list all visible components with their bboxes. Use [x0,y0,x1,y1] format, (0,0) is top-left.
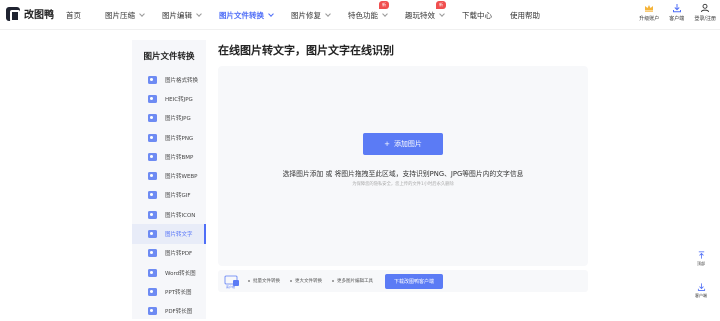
chevron-down-icon [139,11,145,17]
new-badge: 新 [436,0,446,9]
sidebar-item-word-to-long[interactable]: Word转长图 [132,263,206,282]
client-app-icon: 客户端 [224,274,240,289]
sidebar-item-to-pdf[interactable]: 图片转PDF [132,244,206,263]
to-top-icon [698,251,704,259]
image-icon [148,133,157,142]
header-actions: 升级账户 客户端 登录/注册 [639,3,716,22]
float-client-button[interactable]: 客户端 [692,282,710,299]
image-icon [148,152,157,161]
chevron-down-icon [439,11,445,17]
main-nav: 首页 图片压缩 图片编辑 图片文件转换 图片修复 特色功能 新 趣玩特效 新 下… [66,0,540,30]
sidebar-item-pdf-to-long[interactable]: PDF转长图 [132,302,206,321]
feature-large-file: 更大文件转换 [290,278,322,284]
sidebar-item-to-jpg[interactable]: 图片转JPG [132,109,206,128]
nav-help[interactable]: 使用帮助 [510,10,540,21]
sidebar-title: 图片文件转换 [143,52,195,62]
nav-download-center[interactable]: 下载中心 [462,10,492,21]
nav-image-compress[interactable]: 图片压缩 [105,10,145,21]
client-icon-label: 客户端 [226,285,236,289]
client-promo-bar: 客户端 批量文件转换 更大文件转换 更多图片编辑工具 下载改图鸭客户端 [218,270,588,292]
upgrade-account-button[interactable]: 升级账户 [639,3,659,22]
sidebar-item-to-png[interactable]: 图片转PNG [132,128,206,147]
brand-name: 改图鸭 [24,10,54,21]
chevron-down-icon [268,11,274,17]
chevron-down-icon [382,11,388,17]
image-icon [148,230,157,239]
download-icon [672,4,681,13]
image-icon [148,114,157,123]
login-register-button[interactable]: 登录/注册 [694,3,716,22]
nav-image-edit[interactable]: 图片编辑 [162,10,202,21]
feature-batch: 批量文件转换 [248,278,280,284]
sidebar-item-to-gif[interactable]: 图片转GIF [132,186,206,205]
crown-icon [645,5,654,12]
sidebar-item-to-icon[interactable]: 图片转ICON [132,205,206,224]
nav-image-repair[interactable]: 图片修复 [291,10,331,21]
download-client-button[interactable]: 下载改图鸭客户端 [385,273,444,289]
image-icon [148,172,157,181]
sidebar-item-heic-to-jpg[interactable]: HEIC转JPG [132,89,206,108]
download-icon [697,283,705,291]
sidebar-item-to-text[interactable]: 图片转文字 [132,224,206,244]
user-icon [701,3,710,13]
nav-fun-effects[interactable]: 趣玩特效 新 [405,0,446,21]
sidebar-item-to-webp[interactable]: 图片转WEBP [132,166,206,185]
top-header: 改图鸭 首页 图片压缩 图片编辑 图片文件转换 图片修复 特色功能 新 趣玩特效… [0,0,720,30]
sidebar-item-ppt-to-long[interactable]: PPT转长图 [132,282,206,301]
chevron-down-icon [196,11,202,17]
logo-icon [6,6,20,22]
sidebar-item-format-convert[interactable]: 图片格式转换 [132,70,206,89]
image-icon [148,75,157,84]
client-download-button[interactable]: 客户端 [669,3,684,22]
add-image-button[interactable]: + 添加图片 [363,133,443,155]
chevron-down-icon [325,11,331,17]
back-to-top-button[interactable]: 顶部 [692,250,710,267]
page-title: 在线图片转文字，图片文字在线识别 [218,44,394,57]
sidebar: 图片文件转换 图片格式转换 HEIC转JPG 图片转JPG 图片转PNG 图片转… [132,40,206,319]
image-icon [148,249,157,258]
sidebar-item-to-bmp[interactable]: 图片转BMP [132,147,206,166]
nav-home[interactable]: 首页 [66,10,81,21]
upload-instructions: 选择图片添加 或 将图片拖拽至此区域，支持识别PNG、JPG等图片内的文字信息 [282,170,524,178]
privacy-note: 为保障您的隐私安全，您上传的文件1小时后永久删除 [352,182,454,187]
image-icon [148,307,157,316]
image-icon [148,210,157,219]
feature-more-tools: 更多图片编辑工具 [332,278,373,284]
nav-image-convert[interactable]: 图片文件转换 [219,10,274,21]
image-icon [148,287,157,296]
image-icon [148,191,157,200]
image-icon [148,268,157,277]
nav-special-features[interactable]: 特色功能 新 [348,0,389,21]
image-icon [148,94,157,103]
brand-logo[interactable]: 改图鸭 [6,6,54,22]
floating-actions: 顶部 客户端 [692,250,710,299]
new-badge: 新 [379,0,389,9]
plus-icon: + [384,140,390,148]
upload-drop-zone[interactable]: + 添加图片 选择图片添加 或 将图片拖拽至此区域，支持识别PNG、JPG等图片… [218,66,588,266]
